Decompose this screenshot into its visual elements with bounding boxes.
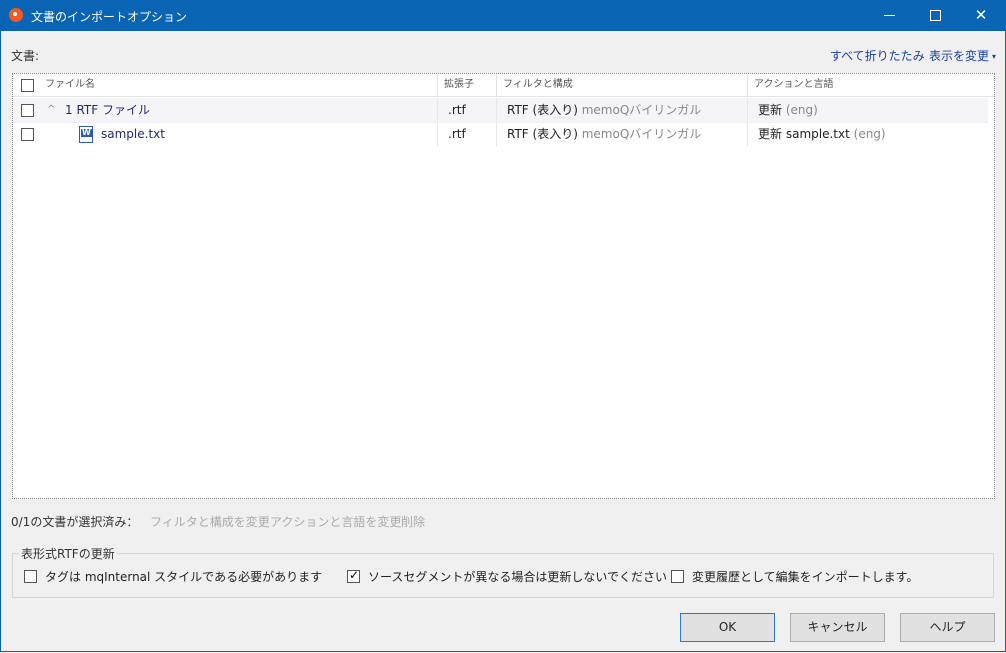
column-header-filename[interactable]: ファイル名 (45, 74, 95, 96)
options-group-title: 表形式RTFの更新 (19, 545, 117, 562)
option-skip-different-source[interactable]: ✓ ソースセグメントが異なる場合は更新しないでください (347, 568, 667, 585)
action-cell: 更新 (eng) (747, 98, 986, 122)
filter-cell: RTF (表入り) memoQバイリンガル (496, 98, 745, 122)
file-name: sample.txt (101, 127, 165, 141)
minimize-button[interactable] (866, 0, 912, 31)
chevron-down-icon: ▾ (992, 52, 997, 61)
filter-cell: RTF (表入り) memoQバイリンガル (496, 122, 745, 146)
minimize-icon (884, 15, 895, 16)
grid-header: ファイル名 拡張子 フィルタと構成 アクションと言語 (13, 74, 994, 97)
change-filter-link[interactable]: フィルタと構成を変更 (150, 513, 270, 530)
maximize-button[interactable] (912, 0, 958, 31)
delete-link[interactable]: 削除 (401, 513, 425, 530)
checkbox[interactable] (671, 570, 684, 583)
window-title: 文書のインポートオプション (31, 10, 188, 24)
change-action-link[interactable]: アクションと言語を変更 (270, 513, 401, 530)
checkbox[interactable] (24, 570, 37, 583)
maximize-icon (930, 10, 941, 21)
change-view-label: 表示を変更 (929, 49, 990, 63)
row-checkbox[interactable] (21, 104, 34, 117)
close-icon: ✕ (974, 6, 988, 24)
collapse-all-link[interactable]: すべて折りたたみ (830, 47, 925, 64)
checkmark-icon: ✓ (349, 568, 360, 582)
selection-status: 0/1の文書が選択済み： (11, 515, 139, 529)
column-header-filter[interactable]: フィルタと構成 (496, 74, 743, 96)
action-cell: 更新 sample.txt (eng) (747, 122, 986, 146)
option-mqinternal-style[interactable]: タグは mqInternal スタイルである必要があります (24, 568, 322, 585)
memoq-logo-icon (9, 8, 23, 22)
ok-button[interactable]: OK (680, 613, 775, 642)
option-import-track-changes[interactable]: 変更履歴として編集をインポートします。 (671, 568, 918, 585)
collapse-chevron-icon[interactable]: ^ (47, 98, 55, 122)
documents-label: 文書: (11, 49, 40, 63)
cancel-button[interactable]: キャンセル (790, 613, 885, 642)
select-all-checkbox[interactable] (21, 79, 34, 92)
group-name: 1 RTF ファイル (65, 103, 150, 117)
checkbox-checked[interactable]: ✓ (347, 568, 360, 583)
table-row[interactable]: ^ 1 RTF ファイル .rtf RTF (表入り) memoQバイリンガル … (13, 98, 988, 123)
title-bar: 文書のインポートオプション ✕ (0, 0, 1006, 31)
change-view-dropdown[interactable]: 表示を変更 ▾ (929, 47, 996, 64)
documents-grid[interactable]: ファイル名 拡張子 フィルタと構成 アクションと言語 ^ 1 RTF ファイル … (12, 73, 995, 499)
column-header-extension[interactable]: 拡張子 (437, 74, 494, 96)
close-button[interactable]: ✕ (958, 0, 1004, 31)
extension-cell: .rtf (437, 98, 496, 122)
help-button[interactable]: ヘルプ (900, 613, 995, 642)
word-document-icon (79, 126, 93, 143)
column-header-action[interactable]: アクションと言語 (747, 74, 984, 96)
extension-cell: .rtf (437, 122, 496, 146)
table-row[interactable]: sample.txt .rtf RTF (表入り) memoQバイリンガル 更新… (13, 122, 988, 146)
row-checkbox[interactable] (21, 128, 34, 141)
